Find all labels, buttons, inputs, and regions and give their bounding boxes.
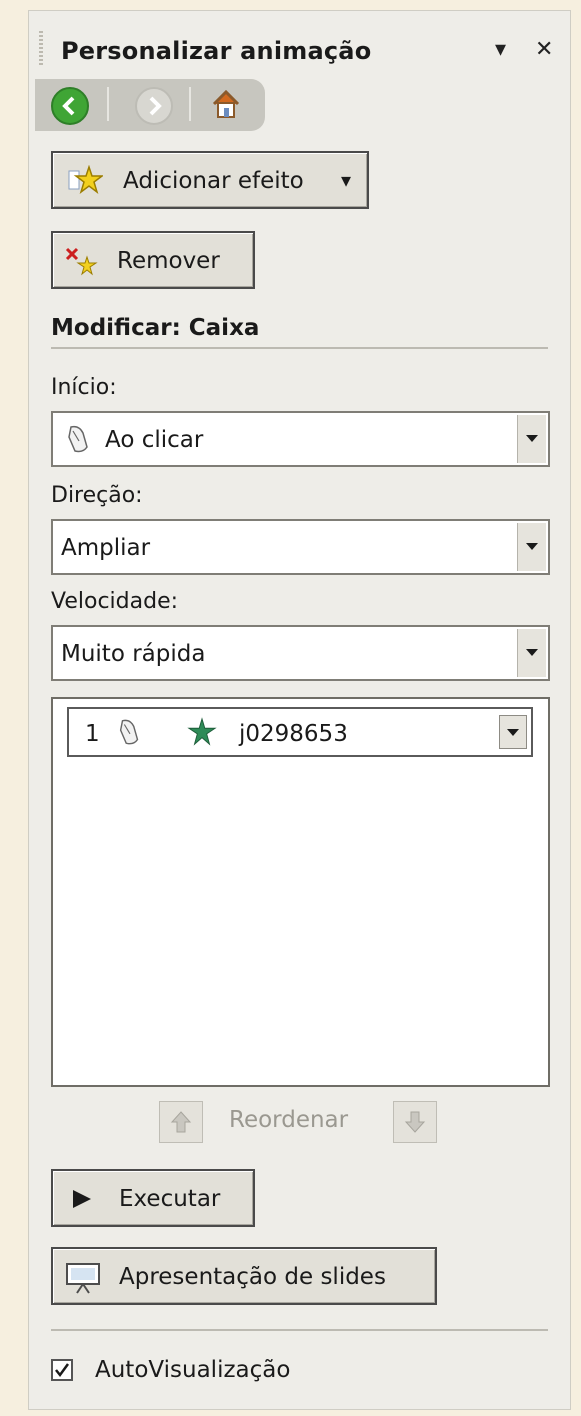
forward-arrow-icon[interactable] bbox=[135, 87, 173, 125]
chevron-down-icon bbox=[526, 543, 538, 550]
speed-label: Velocidade: bbox=[51, 589, 179, 614]
chevron-down-icon bbox=[526, 649, 538, 656]
speed-value: Muito rápida bbox=[61, 641, 206, 667]
pane-title-bar: Personalizar animação ▾ ✕ bbox=[29, 11, 570, 81]
slideshow-icon bbox=[66, 1263, 100, 1294]
slideshow-label: Apresentação de slides bbox=[119, 1264, 386, 1290]
mouse-click-icon bbox=[119, 719, 139, 745]
section-divider bbox=[51, 347, 548, 349]
close-icon[interactable]: ✕ bbox=[535, 37, 553, 62]
start-select[interactable]: Ao clicar bbox=[51, 411, 550, 467]
remove-label: Remover bbox=[117, 248, 220, 274]
start-dropdown-button[interactable] bbox=[517, 415, 546, 463]
pane-menu-button[interactable]: ▾ bbox=[495, 37, 506, 62]
play-button[interactable]: Executar bbox=[51, 1169, 255, 1227]
play-label: Executar bbox=[119, 1186, 221, 1212]
add-effect-label: Adicionar efeito bbox=[123, 168, 304, 194]
autopreview-checkbox[interactable] bbox=[51, 1359, 73, 1381]
slideshow-button[interactable]: Apresentação de slides bbox=[51, 1247, 437, 1305]
custom-animation-pane: Personalizar animação ▾ ✕ Adicionar efei… bbox=[28, 10, 571, 1410]
direction-value: Ampliar bbox=[61, 535, 151, 561]
speed-dropdown-button[interactable] bbox=[517, 629, 546, 677]
home-icon[interactable] bbox=[209, 87, 243, 121]
direction-select[interactable]: Ampliar bbox=[51, 519, 550, 575]
direction-label: Direção: bbox=[51, 483, 143, 508]
star-icon bbox=[68, 165, 103, 194]
animation-effects-list[interactable]: 1 j0298653 bbox=[51, 697, 550, 1087]
mouse-click-icon bbox=[68, 425, 88, 453]
direction-dropdown-button[interactable] bbox=[517, 523, 546, 571]
effect-options-dropdown[interactable] bbox=[499, 715, 527, 749]
modify-section-title: Modificar: Caixa bbox=[51, 315, 260, 341]
start-value: Ao clicar bbox=[105, 427, 204, 453]
chevron-down-icon bbox=[507, 729, 519, 736]
pane-grip-handle[interactable] bbox=[39, 31, 43, 67]
nav-separator bbox=[107, 87, 109, 121]
speed-select[interactable]: Muito rápida bbox=[51, 625, 550, 681]
checkmark-icon bbox=[55, 1363, 70, 1378]
add-effect-button[interactable]: Adicionar efeito ▾ bbox=[51, 151, 369, 209]
autopreview-label[interactable]: AutoVisualização bbox=[95, 1357, 290, 1383]
remove-effect-icon bbox=[65, 247, 98, 276]
up-arrow-icon bbox=[170, 1111, 192, 1133]
list-item[interactable]: 1 j0298653 bbox=[67, 707, 533, 757]
section-divider bbox=[51, 1329, 548, 1331]
play-icon bbox=[73, 1190, 91, 1208]
nav-separator bbox=[189, 87, 191, 121]
move-up-button[interactable] bbox=[159, 1101, 203, 1143]
down-arrow-icon bbox=[404, 1111, 426, 1133]
effect-order-number: 1 bbox=[85, 721, 100, 747]
reorder-label: Reordenar bbox=[229, 1107, 349, 1133]
pane-navigation-bar bbox=[35, 79, 265, 131]
start-label: Início: bbox=[51, 375, 117, 400]
remove-button[interactable]: Remover bbox=[51, 231, 255, 289]
effect-name: j0298653 bbox=[239, 721, 348, 747]
entrance-star-icon bbox=[187, 717, 217, 746]
chevron-down-icon bbox=[526, 435, 538, 442]
chevron-down-icon: ▾ bbox=[341, 168, 352, 192]
move-down-button[interactable] bbox=[393, 1101, 437, 1143]
pane-title: Personalizar animação bbox=[61, 37, 372, 65]
back-arrow-icon[interactable] bbox=[51, 87, 89, 125]
